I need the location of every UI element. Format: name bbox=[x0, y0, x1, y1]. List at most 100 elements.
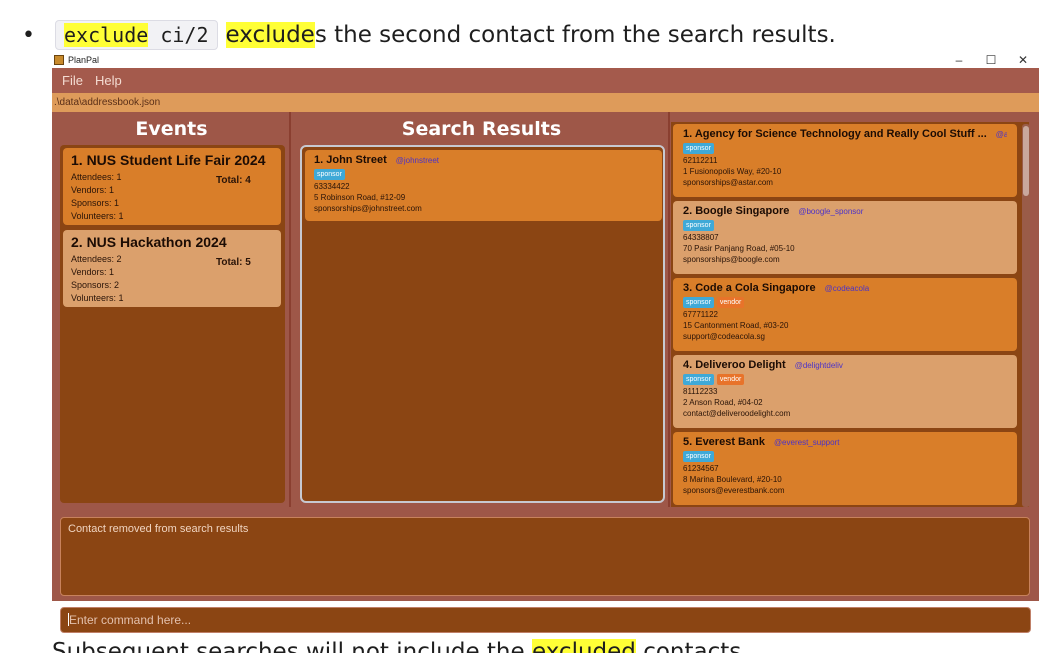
events-list[interactable]: 1. NUS Student Life Fair 2024 Attendees:… bbox=[60, 145, 285, 503]
file-path-bar: .\data\addressbook.json bbox=[52, 93, 1039, 112]
contact-handle: @johnstreet bbox=[395, 156, 440, 165]
contact-phone: 81112233 bbox=[683, 387, 718, 396]
contact-card[interactable]: 4. Deliveroo Delight @delightdeliv spons… bbox=[673, 355, 1017, 428]
maximize-button[interactable]: ☐ bbox=[975, 52, 1007, 68]
contact-handle: @codeacola bbox=[824, 284, 870, 293]
contact-card[interactable]: 3. Code a Cola Singapore @codeacola spon… bbox=[673, 278, 1017, 351]
tag-sponsor: sponsor bbox=[683, 451, 714, 462]
contact-phone: 62112211 bbox=[683, 156, 718, 165]
tag-list: sponsor vendor bbox=[683, 297, 1007, 308]
tag-vendor: vendor bbox=[716, 297, 745, 308]
command-example-code: exclude ci/2 bbox=[54, 20, 218, 50]
tag-sponsor: sponsor bbox=[683, 220, 714, 231]
contact-handle: @everest_support bbox=[773, 438, 840, 447]
tag-list: sponsor bbox=[314, 169, 653, 180]
bullet: • bbox=[22, 22, 35, 48]
title-bar: PlanPal – ☐ ✕ bbox=[52, 52, 1039, 68]
window-controls: – ☐ ✕ bbox=[943, 52, 1039, 68]
app-icon bbox=[54, 55, 64, 65]
event-sponsors: Sponsors: 1 bbox=[71, 198, 120, 208]
event-name: 1. NUS Student Life Fair 2024 bbox=[71, 152, 266, 168]
doc-next-line-highlight: excluded bbox=[531, 639, 636, 653]
contact-card[interactable]: 2. Boogle Singapore @boogle_sponsor spon… bbox=[673, 201, 1017, 274]
result-display: Contact removed from search results bbox=[60, 517, 1030, 596]
minimize-button[interactable]: – bbox=[943, 52, 975, 68]
contact-header: 4. Deliveroo Delight @delightdeliv bbox=[683, 359, 1007, 371]
contact-email: sponsorships@boogle.com bbox=[683, 255, 780, 264]
contact-header: 2. Boogle Singapore @boogle_sponsor bbox=[683, 205, 1007, 217]
search-results-column: Search Results 1. John Street @johnstree… bbox=[293, 112, 670, 507]
contact-header: 1. John Street @johnstreet bbox=[314, 154, 653, 166]
code-highlight: exclude bbox=[63, 23, 149, 47]
contact-address: 70 Pasir Panjang Road, #05-10 bbox=[683, 244, 795, 253]
close-button[interactable]: ✕ bbox=[1007, 52, 1039, 68]
contact-name: 4. Deliveroo Delight bbox=[683, 359, 786, 371]
contact-email: sponsorships@astar.com bbox=[683, 178, 773, 187]
contact-address: 15 Cantonment Road, #03-20 bbox=[683, 321, 789, 330]
window-title: PlanPal bbox=[68, 55, 100, 65]
contacts-list[interactable]: 1. Agency for Science Technology and Rea… bbox=[671, 122, 1029, 507]
tag-list: sponsor bbox=[683, 220, 1007, 231]
command-placeholder: Enter command here... bbox=[69, 613, 192, 627]
contact-address: 2 Anson Road, #04-02 bbox=[683, 398, 763, 407]
contact-name: 5. Everest Bank bbox=[683, 436, 765, 448]
contact-email: support@codeacola.sg bbox=[683, 332, 765, 341]
doc-bullet-line: • exclude ci/2 exclude s the second conta… bbox=[22, 18, 836, 52]
event-card[interactable]: 1. NUS Student Life Fair 2024 Attendees:… bbox=[63, 148, 281, 225]
event-total: Total: 4 bbox=[216, 175, 251, 186]
tag-vendor: vendor bbox=[716, 374, 745, 385]
contact-name: 1. Agency for Science Technology and Rea… bbox=[683, 128, 987, 140]
contact-email: contact@deliveroodelight.com bbox=[683, 409, 791, 418]
contacts-scrollbar[interactable] bbox=[1022, 124, 1030, 507]
contact-address: 1 Fusionopolis Way, #20-10 bbox=[683, 167, 782, 176]
contact-name: 2. Boogle Singapore bbox=[683, 205, 790, 217]
contact-phone: 64338807 bbox=[683, 233, 719, 242]
search-results-title: Search Results bbox=[401, 118, 562, 140]
contact-address: 8 Marina Boulevard, #20-10 bbox=[683, 475, 782, 484]
tag-list: sponsor vendor bbox=[683, 374, 1007, 385]
event-name: 2. NUS Hackathon 2024 bbox=[71, 234, 227, 250]
doc-next-line: Subsequent searches will not include the… bbox=[52, 638, 1052, 653]
tag-list: sponsor bbox=[683, 143, 1007, 154]
app-window: PlanPal – ☐ ✕ File Help .\data\addressbo… bbox=[52, 52, 1039, 638]
contact-handle: @delightdeliv bbox=[794, 361, 843, 370]
events-title: Events bbox=[135, 118, 208, 140]
contact-handle: @astar... bbox=[995, 130, 1007, 139]
tag-sponsor: sponsor bbox=[683, 374, 714, 385]
doc-next-line-post: contacts. bbox=[635, 639, 749, 653]
menu-bar: File Help bbox=[52, 68, 1039, 93]
contact-card[interactable]: 5. Everest Bank @everest_support sponsor… bbox=[673, 432, 1017, 505]
doc-next-line-pre: Subsequent searches will not include the bbox=[52, 639, 532, 653]
tag-list: sponsor bbox=[683, 451, 1007, 462]
contact-phone: 67771122 bbox=[683, 310, 718, 319]
event-card[interactable]: 2. NUS Hackathon 2024 Attendees: 2 Vendo… bbox=[63, 230, 281, 307]
event-sponsors: Sponsors: 2 bbox=[71, 280, 120, 290]
highlight-word: exclude bbox=[225, 22, 315, 48]
tag-sponsor: sponsor bbox=[683, 143, 714, 154]
contact-phone: 63334422 bbox=[314, 182, 350, 191]
events-column: Events 1. NUS Student Life Fair 2024 Att… bbox=[52, 112, 291, 507]
event-volunteers: Volunteers: 1 bbox=[71, 293, 124, 303]
contact-card[interactable]: 1. Agency for Science Technology and Rea… bbox=[673, 124, 1017, 197]
menu-file[interactable]: File bbox=[62, 73, 83, 88]
command-input[interactable]: Enter command here... bbox=[60, 607, 1031, 633]
contact-header: 5. Everest Bank @everest_support bbox=[683, 436, 1007, 448]
contact-header: 3. Code a Cola Singapore @codeacola bbox=[683, 282, 1007, 294]
search-results-panel[interactable]: 1. John Street @johnstreet sponsor 63334… bbox=[300, 145, 665, 503]
event-volunteers: Volunteers: 1 bbox=[71, 211, 124, 221]
search-result-card[interactable]: 1. John Street @johnstreet sponsor 63334… bbox=[305, 150, 662, 221]
contact-address: 5 Robinson Road, #12-09 bbox=[314, 193, 406, 202]
contact-phone: 61234567 bbox=[683, 464, 719, 473]
doc-sentence-rest: s the second contact from the search res… bbox=[314, 22, 836, 48]
contact-email: sponsorships@johnstreet.com bbox=[314, 204, 422, 213]
contact-name: 3. Code a Cola Singapore bbox=[683, 282, 816, 294]
tag-sponsor: sponsor bbox=[683, 297, 714, 308]
contact-name: 1. John Street bbox=[314, 154, 387, 166]
event-total: Total: 5 bbox=[216, 257, 251, 268]
contact-header: 1. Agency for Science Technology and Rea… bbox=[683, 128, 1007, 140]
menu-help[interactable]: Help bbox=[95, 73, 122, 88]
tag-sponsor: sponsor bbox=[314, 169, 345, 180]
scrollbar-thumb[interactable] bbox=[1023, 126, 1029, 196]
contact-handle: @boogle_sponsor bbox=[798, 207, 864, 216]
contact-email: sponsors@everestbank.com bbox=[683, 486, 785, 495]
